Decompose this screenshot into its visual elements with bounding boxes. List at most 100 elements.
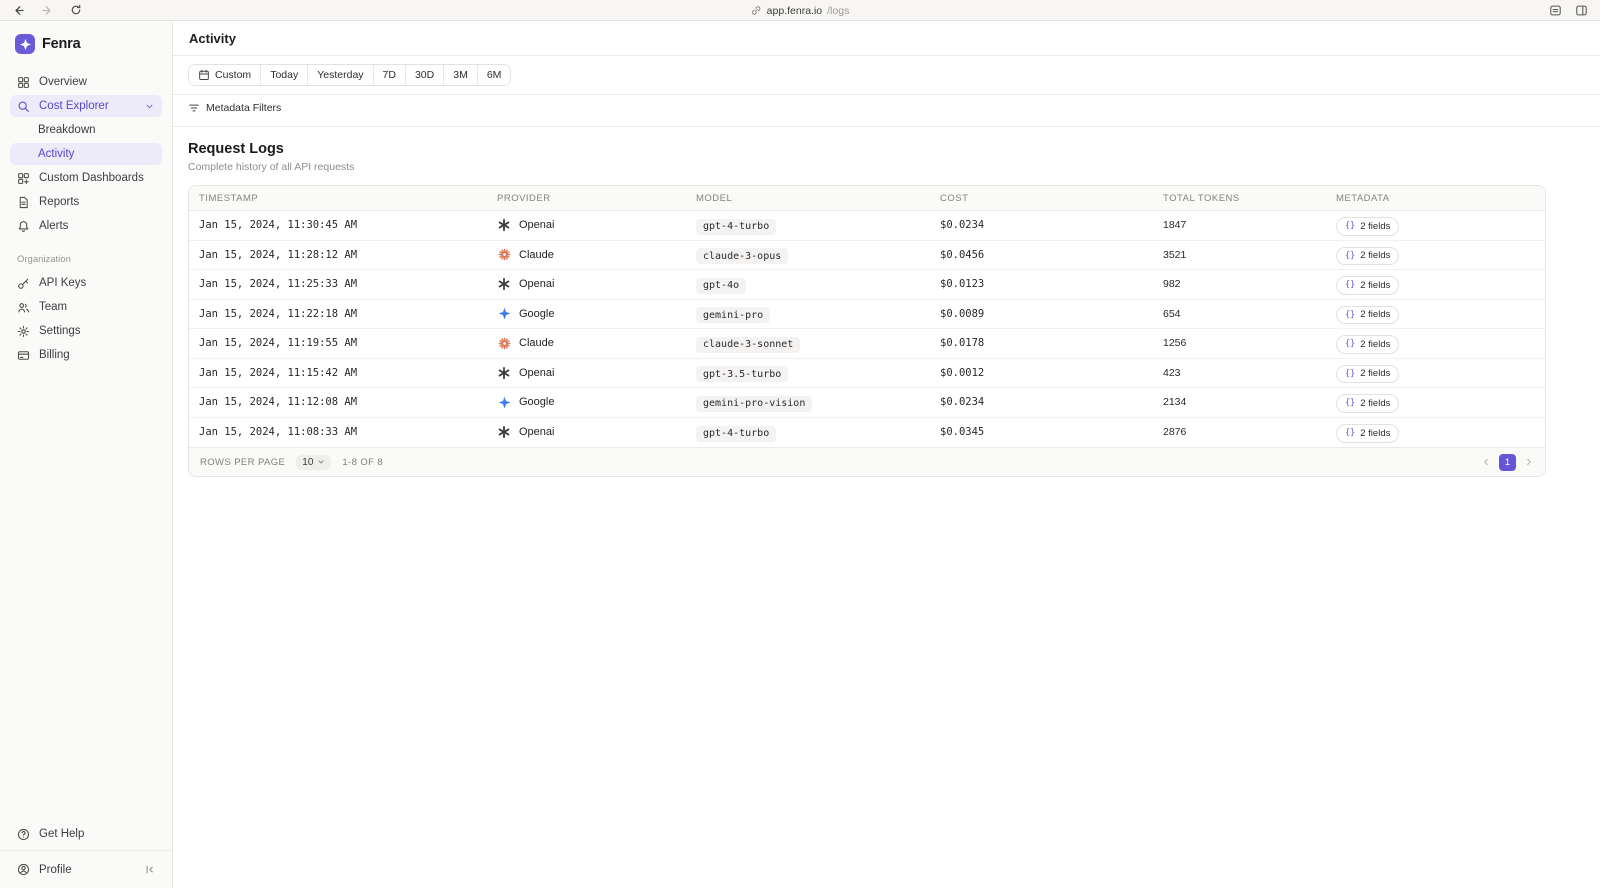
date-range-button-7d[interactable]: 7D [373, 65, 406, 85]
date-range-button-3m[interactable]: 3M [444, 65, 478, 85]
metadata-badge[interactable]: {} 2 fields [1336, 305, 1400, 324]
table-row[interactable]: Jan 15, 2024, 11:19:55 AM Claude claude-3-… [189, 329, 1545, 359]
next-page-button[interactable] [1524, 457, 1534, 467]
provider-name: Google [519, 396, 555, 409]
sidebar-nav: Overview Cost Explorer Breakdown Activity Cu… [10, 71, 162, 239]
page-title: Activity [189, 31, 236, 46]
tokens-cell: 2876 [1163, 426, 1187, 439]
date-range-label: Today [270, 69, 299, 81]
metadata-filters-button[interactable]: Metadata Filters [188, 102, 281, 114]
page-header: Activity [173, 21, 1600, 56]
timestamp-cell: Jan 15, 2024, 11:25:33 AM [199, 278, 358, 291]
google-icon [497, 307, 511, 320]
metadata-count: 2 fields [1360, 220, 1391, 232]
brand-name: Fenra [42, 36, 81, 52]
openai-icon [497, 277, 511, 291]
date-range-label: 7D [382, 69, 396, 81]
rows-per-page-value: 10 [302, 456, 314, 468]
provider-cell: Claude [487, 248, 686, 261]
key-icon [17, 277, 30, 290]
metadata-count: 2 fields [1360, 338, 1391, 350]
sidebar-item-profile[interactable]: Profile [0, 850, 172, 888]
sidebar-item-settings[interactable]: Settings [10, 320, 162, 342]
table-row[interactable]: Jan 15, 2024, 11:12:08 AM Google gemini-pr… [189, 388, 1545, 418]
metadata-badge[interactable]: {} 2 fields [1336, 394, 1400, 413]
metadata-count: 2 fields [1360, 279, 1391, 291]
date-range-button-custom[interactable]: Custom [189, 65, 262, 85]
provider-name: Openai [519, 426, 555, 439]
timestamp-cell: Jan 15, 2024, 11:30:45 AM [199, 219, 358, 232]
sidebar-item-overview[interactable]: Overview [10, 71, 162, 93]
table-row[interactable]: Jan 15, 2024, 11:25:33 AM Openai gpt-4o $0.… [189, 270, 1545, 300]
model-pill: claude-3-sonnet [696, 336, 801, 353]
sidebar-item-reports[interactable]: Reports [10, 191, 162, 213]
provider-cell: Openai [487, 366, 686, 380]
link-icon [751, 5, 762, 16]
forward-arrow-icon [42, 5, 51, 15]
date-range-button-today[interactable]: Today [261, 65, 309, 85]
braces-icon: {} [1345, 221, 1356, 231]
timestamp-cell: Jan 15, 2024, 11:15:42 AM [199, 366, 358, 379]
address-bar[interactable]: app.fenra.io/logs [751, 0, 850, 21]
rows-per-page-select[interactable]: 10 [296, 454, 332, 470]
browser-forward-button[interactable] [41, 4, 54, 17]
table-row[interactable]: Jan 15, 2024, 11:30:45 AM Openai gpt-4-tur… [189, 211, 1545, 241]
sidebar-item-cost-explorer[interactable]: Cost Explorer [10, 95, 162, 117]
claude-icon [497, 337, 511, 350]
metadata-badge[interactable]: {} 2 fields [1336, 246, 1400, 265]
provider-name: Google [519, 307, 555, 320]
get-help-label: Get Help [39, 828, 85, 840]
table-row[interactable]: Jan 15, 2024, 11:15:42 AM Openai gpt-3.5-t… [189, 359, 1545, 388]
date-range-button-6m[interactable]: 6M [477, 65, 511, 85]
browser-reload-button[interactable] [70, 4, 82, 16]
table-row[interactable]: Jan 15, 2024, 11:22:18 AM Google gemini-pr… [189, 300, 1545, 329]
metadata-badge[interactable]: {} 2 fields [1336, 217, 1400, 236]
sidebar-item-get-help[interactable]: Get Help [0, 818, 172, 850]
sidebar-item-activity[interactable]: Activity [10, 143, 162, 165]
sidebar-item-label: Settings [39, 325, 81, 337]
collapse-sidebar-button[interactable] [144, 864, 155, 875]
chevron-down-icon [144, 101, 155, 112]
table-row[interactable]: Jan 15, 2024, 11:08:33 AM Openai gpt-4-tur… [189, 418, 1545, 448]
sidebar-item-breakdown[interactable]: Breakdown [10, 119, 162, 141]
previous-page-button[interactable] [1481, 457, 1491, 467]
sidebar-item-alerts[interactable]: Alerts [10, 215, 162, 237]
date-range-button-yesterday[interactable]: Yesterday [308, 65, 374, 85]
chevron-right-icon [1527, 458, 1531, 466]
metadata-cell: {} 2 fields [1326, 304, 1545, 324]
timestamp-cell: Jan 15, 2024, 11:22:18 AM [199, 307, 358, 320]
sidebar-toggle-button[interactable] [1575, 4, 1588, 17]
page-1-button[interactable]: 1 [1499, 453, 1516, 471]
help-icon [17, 828, 30, 841]
card-icon [17, 349, 30, 362]
sidebar-item-label: Billing [39, 349, 70, 361]
metadata-cell: {} 2 fields [1326, 333, 1545, 354]
sidebar-item-api-keys[interactable]: API Keys [10, 272, 162, 294]
model-pill: gemini-pro-vision [696, 395, 813, 412]
timestamp-cell: Jan 15, 2024, 11:19:55 AM [199, 337, 358, 350]
braces-icon: {} [1345, 280, 1356, 290]
tokens-cell: 1847 [1163, 219, 1187, 232]
table-row[interactable]: Jan 15, 2024, 11:28:12 AM Claude claude-3-… [189, 241, 1545, 270]
sidebar-item-billing[interactable]: Billing [10, 344, 162, 366]
metadata-filters-label: Metadata Filters [206, 102, 282, 114]
sidebar-item-team[interactable]: Team [10, 296, 162, 318]
url-path: /logs [827, 4, 850, 17]
column-header-total-tokens: TOTAL TOKENS [1163, 192, 1240, 204]
metadata-badge[interactable]: {} 2 fields [1336, 276, 1400, 295]
model-cell: gpt-4-turbo [686, 423, 930, 442]
cost-cell: $0.0234 [940, 396, 985, 409]
metadata-badge[interactable]: {} 2 fields [1336, 335, 1400, 354]
metadata-count: 2 fields [1360, 368, 1391, 379]
provider-name: Openai [519, 219, 555, 232]
model-cell: gpt-3.5-turbo [686, 364, 930, 382]
reader-mode-button[interactable] [1549, 4, 1562, 17]
metadata-badge[interactable]: {} 2 fields [1336, 364, 1400, 383]
sidebar-item-custom-dashboards[interactable]: Custom Dashboards [10, 167, 162, 189]
metadata-badge[interactable]: {} 2 fields [1336, 424, 1400, 443]
model-cell: gpt-4o [686, 275, 930, 294]
browser-back-button[interactable] [12, 4, 25, 17]
url-host: app.fenra.io [766, 4, 823, 17]
cost-cell: $0.0456 [940, 248, 985, 261]
date-range-button-30d[interactable]: 30D [405, 65, 445, 85]
